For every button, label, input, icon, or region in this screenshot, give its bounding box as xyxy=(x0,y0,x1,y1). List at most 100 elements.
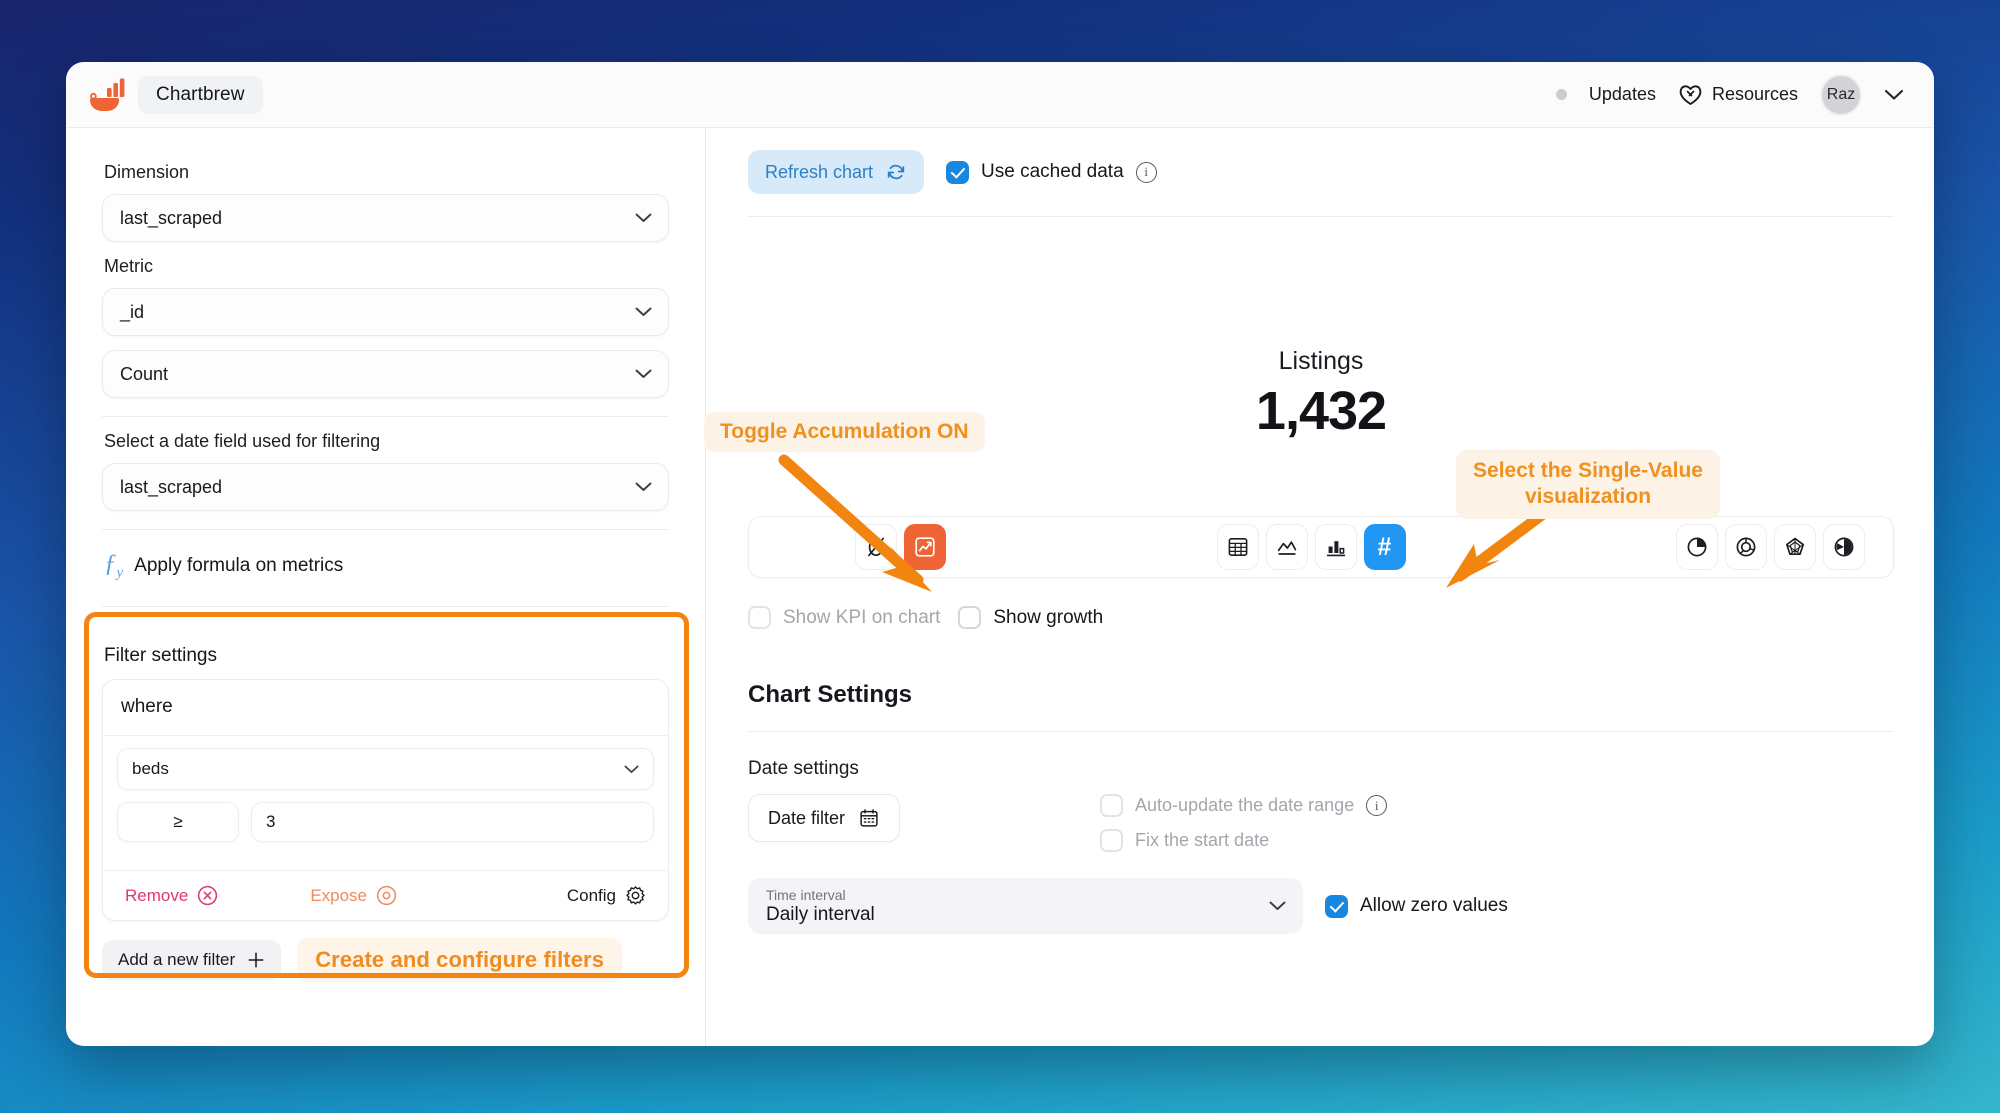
use-cached-data-checkbox[interactable] xyxy=(946,161,969,184)
dimension-select[interactable]: last_scraped xyxy=(102,194,669,242)
metric-field-value: _id xyxy=(120,302,635,323)
area-chart-button[interactable] xyxy=(1266,524,1308,570)
calendar-icon xyxy=(858,807,880,829)
circular-chart-type-group xyxy=(1676,524,1865,570)
dimension-label: Dimension xyxy=(104,162,669,183)
hash-icon: # xyxy=(1378,535,1392,560)
single-value-kpi-button[interactable]: # xyxy=(1364,524,1406,570)
avatar[interactable]: Raz xyxy=(1820,74,1862,116)
date-filter-label: Date filter xyxy=(768,808,845,829)
date-field-label: Select a date field used for filtering xyxy=(104,431,669,452)
divider xyxy=(748,731,1894,732)
resources-link[interactable]: Resources xyxy=(1678,83,1798,106)
config-filter-button[interactable]: Config xyxy=(567,885,646,906)
use-cached-data-label: Use cached data xyxy=(981,161,1124,183)
filter-actions: Remove Expose xyxy=(103,870,668,920)
main-chart-type-group: # xyxy=(1217,524,1406,570)
accumulation-button[interactable] xyxy=(904,524,946,570)
time-interval-value: Daily interval xyxy=(766,904,1269,926)
filter-field-select[interactable]: beds xyxy=(117,748,654,790)
show-growth-checkbox[interactable] xyxy=(958,606,981,629)
radar-chart-button[interactable] xyxy=(1774,524,1816,570)
remove-filter-button[interactable]: Remove xyxy=(125,885,218,906)
expose-filter-button[interactable]: Expose xyxy=(310,885,397,906)
accumulation-line-icon xyxy=(913,535,937,559)
updates-label: Updates xyxy=(1589,84,1656,105)
expose-label: Expose xyxy=(310,886,367,906)
radar-chart-icon xyxy=(1783,535,1807,559)
table-chart-button[interactable] xyxy=(1217,524,1259,570)
time-interval-texts: Time interval Daily interval xyxy=(766,887,1269,926)
brand[interactable]: Chartbrew xyxy=(88,76,263,114)
auto-update-date-range-row[interactable]: Auto-update the date range i xyxy=(1100,794,1387,817)
metric-field-select[interactable]: _id xyxy=(102,288,669,336)
show-growth-label: Show growth xyxy=(993,607,1103,629)
doughnut-chart-button[interactable] xyxy=(1725,524,1767,570)
date-settings-title: Date settings xyxy=(748,758,1894,780)
left-config-pane: Dimension last_scraped Metric _id Count xyxy=(66,128,706,1046)
date-settings-row: Date filter Auto-update the date range i xyxy=(748,794,1894,852)
metric-aggregation-select[interactable]: Count xyxy=(102,350,669,398)
annotation-create-filters: Create and configure filters xyxy=(297,938,622,982)
updates-link[interactable]: Updates xyxy=(1589,84,1656,105)
show-kpi-on-chart-checkbox[interactable] xyxy=(748,606,771,629)
auto-update-date-range-label: Auto-update the date range xyxy=(1135,795,1354,816)
accumulation-group xyxy=(855,524,946,570)
resources-label: Resources xyxy=(1712,84,1798,105)
refresh-chart-label: Refresh chart xyxy=(765,162,873,183)
metric-label: Metric xyxy=(104,256,669,277)
chevron-down-icon xyxy=(635,369,652,379)
main-content: Dimension last_scraped Metric _id Count xyxy=(66,128,1934,1046)
use-cached-data-row[interactable]: Use cached data i xyxy=(946,161,1157,184)
refresh-chart-button[interactable]: Refresh chart xyxy=(748,150,924,194)
fix-start-date-row[interactable]: Fix the start date xyxy=(1100,829,1387,852)
divider xyxy=(748,216,1894,217)
annotation-select-single-value: Select the Single-Value visualization xyxy=(1456,450,1720,519)
updates-status-dot xyxy=(1556,89,1567,100)
chevron-down-icon xyxy=(1269,901,1286,911)
chartbrew-cup-logo-icon xyxy=(88,76,128,114)
chart-type-toolbar: # xyxy=(748,516,1894,578)
pie-chart-button[interactable] xyxy=(1676,524,1718,570)
no-accumulation-button[interactable] xyxy=(855,524,897,570)
show-growth-row[interactable]: Show growth xyxy=(958,606,1103,629)
remove-label: Remove xyxy=(125,886,188,906)
filter-card: where beds ≥ 3 xyxy=(102,679,669,921)
date-field-value: last_scraped xyxy=(120,477,635,498)
date-field-select[interactable]: last_scraped xyxy=(102,463,669,511)
auto-update-date-range-checkbox[interactable] xyxy=(1100,794,1123,817)
add-new-filter-button[interactable]: Add a new filter xyxy=(102,940,281,980)
polar-chart-icon xyxy=(1832,535,1856,559)
close-circle-icon xyxy=(197,885,218,906)
fix-start-date-checkbox[interactable] xyxy=(1100,829,1123,852)
allow-zero-values-checkbox[interactable] xyxy=(1325,895,1348,918)
fx-icon: ƒy xyxy=(104,550,123,582)
apply-formula-label: Apply formula on metrics xyxy=(134,555,343,577)
time-interval-select[interactable]: Time interval Daily interval xyxy=(748,878,1303,934)
refresh-icon xyxy=(885,161,907,183)
right-preview-pane: Refresh chart Use cached data i xyxy=(706,128,1934,1046)
doughnut-chart-icon xyxy=(1734,535,1758,559)
time-interval-caption: Time interval xyxy=(766,887,1269,903)
date-filter-button[interactable]: Date filter xyxy=(748,794,900,842)
chevron-down-icon xyxy=(635,307,652,317)
info-icon[interactable]: i xyxy=(1136,162,1157,183)
add-filter-row: Add a new filter Create and configure fi… xyxy=(102,938,669,982)
info-icon[interactable]: i xyxy=(1366,795,1387,816)
account-chevron-down-icon[interactable] xyxy=(1884,89,1904,101)
annotation-toggle-accumulation: Toggle Accumulation ON xyxy=(704,412,985,452)
chart-settings-title: Chart Settings xyxy=(748,681,1894,709)
filter-value-input[interactable]: 3 xyxy=(251,802,654,842)
show-kpi-on-chart-label: Show KPI on chart xyxy=(783,607,940,629)
apply-formula-button[interactable]: ƒy Apply formula on metrics xyxy=(102,544,669,588)
filter-settings-section: Filter settings where beds ≥ 3 xyxy=(102,621,669,982)
filter-field-value: beds xyxy=(132,759,624,779)
brand-name[interactable]: Chartbrew xyxy=(138,76,263,114)
show-kpi-on-chart-row[interactable]: Show KPI on chart xyxy=(748,606,940,629)
allow-zero-values-row[interactable]: Allow zero values xyxy=(1325,895,1508,918)
filter-operator-select[interactable]: ≥ xyxy=(117,802,239,842)
avatar-initials: Raz xyxy=(1827,86,1855,104)
allow-zero-values-label: Allow zero values xyxy=(1360,895,1508,917)
bar-chart-button[interactable] xyxy=(1315,524,1357,570)
polar-chart-button[interactable] xyxy=(1823,524,1865,570)
